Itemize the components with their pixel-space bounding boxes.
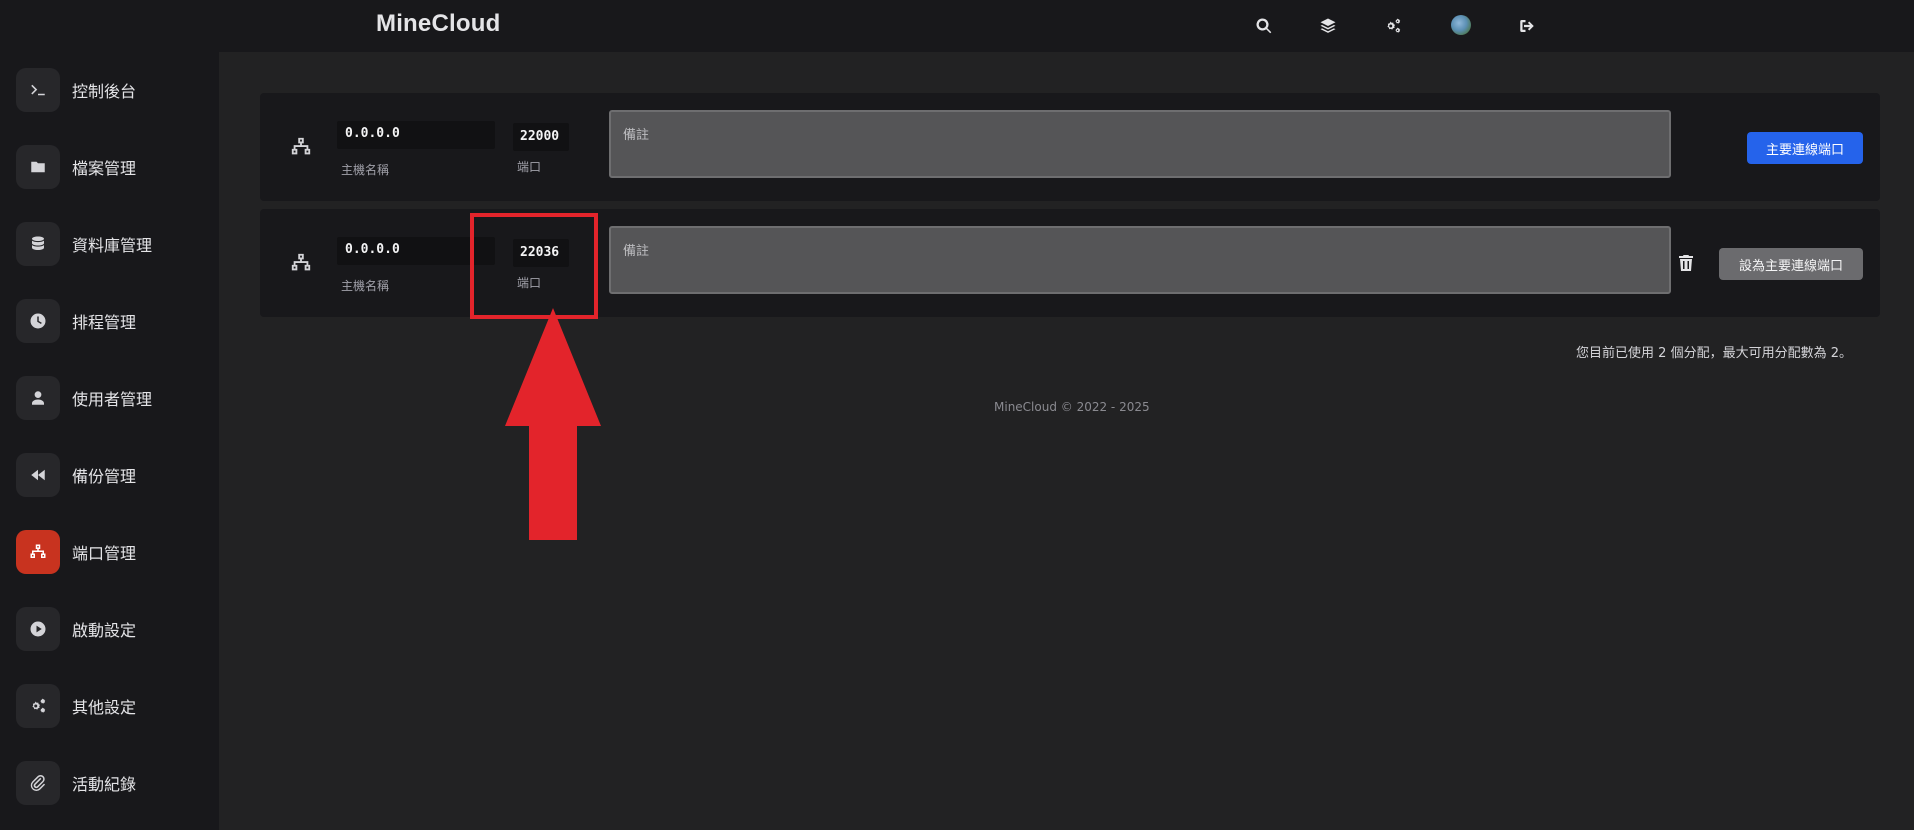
hostname-caption: 主機名稱: [341, 163, 390, 177]
sidebar-item-label: 端口管理: [72, 544, 137, 563]
sidebar-item-label: 使用者管理: [72, 390, 153, 409]
annotation-arrow: [505, 308, 601, 540]
top-bar: MineCloud: [0, 0, 1914, 52]
cogs-icon: [16, 684, 60, 728]
allocation-row: 0.0.0.0 主機名稱 22000 端口 備註 主要連線端口: [260, 93, 1880, 201]
annotation-highlight-box: [470, 213, 598, 319]
footer-copyright: MineCloud © 2022 - 2025: [994, 400, 1150, 414]
hostname-caption: 主機名稱: [341, 279, 390, 293]
network-icon: [16, 530, 60, 574]
database-icon: [16, 222, 60, 266]
sidebar: 控制後台 檔案管理 資料庫管理 排程管理 使用者管理 備份管理 端口管理 啟動設…: [0, 52, 219, 830]
backward-icon: [16, 453, 60, 497]
sidebar-item-label: 排程管理: [72, 313, 137, 332]
network-icon: [290, 136, 312, 158]
sidebar-item-label: 資料庫管理: [72, 236, 153, 255]
port-field[interactable]: 22000: [513, 123, 569, 151]
clock-icon: [16, 299, 60, 343]
paperclip-icon: [16, 761, 60, 805]
search-icon[interactable]: [1252, 14, 1276, 38]
sidebar-item-ports[interactable]: 端口管理: [16, 530, 216, 574]
cogs-icon[interactable]: [1381, 14, 1405, 38]
sidebar-item-files[interactable]: 檔案管理: [16, 145, 216, 189]
sidebar-item-label: 活動紀錄: [72, 775, 137, 794]
note-input[interactable]: 備註: [609, 226, 1671, 294]
sidebar-item-label: 啟動設定: [72, 621, 137, 640]
brand-logo[interactable]: MineCloud: [376, 10, 500, 38]
sidebar-item-label: 其他設定: [72, 698, 137, 717]
sidebar-item-schedules[interactable]: 排程管理: [16, 299, 216, 343]
hostname-field[interactable]: 0.0.0.0: [337, 121, 495, 149]
layers-icon[interactable]: [1316, 14, 1340, 38]
logout-icon[interactable]: [1515, 14, 1539, 38]
folder-icon: [16, 145, 60, 189]
trash-icon[interactable]: [1679, 255, 1697, 273]
sidebar-item-label: 備份管理: [72, 467, 137, 486]
sidebar-item-startup[interactable]: 啟動設定: [16, 607, 216, 651]
network-icon: [290, 252, 312, 274]
play-icon: [16, 607, 60, 651]
sidebar-item-other-settings[interactable]: 其他設定: [16, 684, 216, 728]
sidebar-item-users[interactable]: 使用者管理: [16, 376, 216, 420]
sidebar-item-label: 檔案管理: [72, 159, 137, 178]
primary-port-button[interactable]: 主要連線端口: [1747, 132, 1863, 164]
sidebar-item-label: 控制後台: [72, 82, 137, 101]
sidebar-item-database[interactable]: 資料庫管理: [16, 222, 216, 266]
sidebar-item-activity[interactable]: 活動紀錄: [16, 761, 216, 805]
user-icon: [16, 376, 60, 420]
note-input[interactable]: 備註: [609, 110, 1671, 178]
sidebar-item-console[interactable]: 控制後台: [16, 68, 216, 112]
terminal-icon: [16, 68, 60, 112]
set-primary-port-button[interactable]: 設為主要連線端口: [1719, 248, 1863, 280]
avatar[interactable]: [1451, 15, 1471, 35]
port-caption: 端口: [517, 160, 542, 174]
allocation-usage-text: 您目前已使用 2 個分配，最大可用分配數為 2。: [1576, 346, 1852, 361]
sidebar-item-backups[interactable]: 備份管理: [16, 453, 216, 497]
